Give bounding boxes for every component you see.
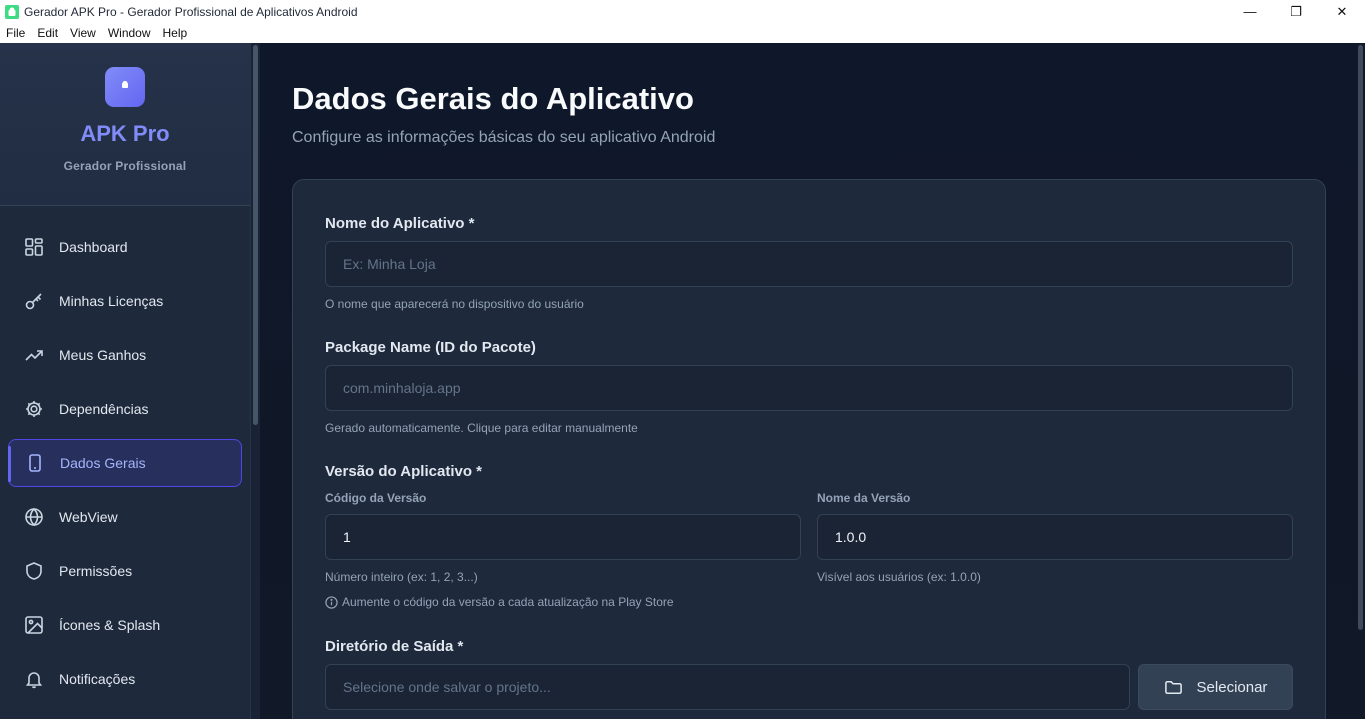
- select-directory-label: Selecionar: [1196, 678, 1268, 696]
- menu-view[interactable]: View: [64, 26, 102, 40]
- app-name-label: Nome do Aplicativo *: [325, 215, 475, 232]
- bell-icon: [24, 669, 44, 689]
- globe-icon: [24, 507, 44, 527]
- minimize-button[interactable]: —: [1227, 0, 1273, 23]
- sidebar-item-dependencias[interactable]: Dependências: [8, 385, 242, 433]
- sidebar-item-label: Permissões: [59, 563, 133, 579]
- version-info-text: Aumente o código da versão a cada atuali…: [342, 595, 674, 609]
- sidebar-item-label: Notificações: [59, 671, 136, 687]
- sidebar-item-permissoes[interactable]: Permissões: [8, 547, 242, 595]
- menu-bar: File Edit View Window Help: [0, 23, 1365, 43]
- folder-icon: [1164, 678, 1183, 697]
- output-dir-input[interactable]: [325, 664, 1130, 710]
- sidebar-item-label: Dados Gerais: [60, 455, 146, 471]
- info-icon: [325, 595, 338, 609]
- version-label: Versão do Aplicativo *: [325, 463, 482, 480]
- main-content: Dados Gerais do Aplicativo Configure as …: [260, 43, 1356, 719]
- sidebar-item-icones-splash[interactable]: Ícones & Splash: [8, 601, 242, 649]
- sidebar-item-label: Dashboard: [59, 239, 128, 255]
- window-title: Gerador APK Pro - Gerador Profissional d…: [24, 4, 358, 19]
- sidebar: APK Pro Gerador Profissional Dashboard M…: [0, 43, 251, 719]
- shield-icon: [24, 561, 44, 581]
- version-code-input[interactable]: [325, 514, 801, 560]
- brand-header: APK Pro Gerador Profissional: [0, 43, 250, 206]
- grid-icon: [24, 237, 44, 257]
- sidebar-item-label: Ícones & Splash: [59, 617, 161, 633]
- main-scrollbar[interactable]: [1356, 43, 1365, 719]
- package-name-label: Package Name (ID do Pacote): [325, 339, 536, 356]
- trending-up-icon: [24, 345, 44, 365]
- brand-title: APK Pro: [80, 121, 170, 146]
- gear-icon: [24, 399, 44, 419]
- android-icon: [119, 78, 131, 96]
- image-icon: [24, 615, 44, 635]
- sidebar-nav: Dashboard Minhas Licenças Meus Ganhos De…: [0, 206, 250, 703]
- maximize-button[interactable]: ❐: [1273, 0, 1319, 23]
- version-name-hint: Visível aos usuários (ex: 1.0.0): [817, 570, 981, 584]
- form-card: Nome do Aplicativo * O nome que aparecer…: [292, 179, 1326, 719]
- sidebar-item-ganhos[interactable]: Meus Ganhos: [8, 331, 242, 379]
- menu-help[interactable]: Help: [157, 26, 194, 40]
- package-name-input[interactable]: [325, 365, 1293, 411]
- sidebar-scrollbar[interactable]: [251, 43, 260, 719]
- sidebar-item-licencas[interactable]: Minhas Licenças: [8, 277, 242, 325]
- page-title: Dados Gerais do Aplicativo: [292, 81, 694, 116]
- page-subtitle: Configure as informações básicas do seu …: [292, 129, 716, 146]
- sidebar-item-label: Dependências: [59, 401, 149, 417]
- version-code-label: Código da Versão: [325, 491, 427, 505]
- sidebar-item-dashboard[interactable]: Dashboard: [8, 223, 242, 271]
- version-info: Aumente o código da versão a cada atuali…: [325, 595, 674, 609]
- sidebar-item-notificacoes[interactable]: Notificações: [8, 655, 242, 703]
- android-app-icon: [5, 4, 19, 19]
- menu-file[interactable]: File: [0, 26, 31, 40]
- brand-subtitle: Gerador Profissional: [63, 159, 187, 173]
- close-button[interactable]: ✕: [1319, 0, 1365, 23]
- app-name-hint: O nome que aparecerá no dispositivo do u…: [325, 297, 584, 311]
- sidebar-item-label: WebView: [59, 509, 118, 525]
- key-icon: [24, 291, 44, 311]
- main-scroll-thumb[interactable]: [1358, 45, 1363, 630]
- menu-edit[interactable]: Edit: [31, 26, 64, 40]
- sidebar-item-dados-gerais[interactable]: Dados Gerais: [8, 439, 242, 487]
- select-directory-button[interactable]: Selecionar: [1138, 664, 1293, 710]
- smartphone-icon: [25, 453, 45, 473]
- title-bar: Gerador APK Pro - Gerador Profissional d…: [0, 0, 1365, 23]
- sidebar-item-label: Meus Ganhos: [59, 347, 147, 363]
- brand-logo: [105, 67, 145, 107]
- version-name-input[interactable]: [817, 514, 1293, 560]
- menu-window[interactable]: Window: [102, 26, 157, 40]
- version-name-label: Nome da Versão: [817, 491, 911, 505]
- sidebar-item-webview[interactable]: WebView: [8, 493, 242, 541]
- sidebar-scroll-thumb[interactable]: [253, 45, 258, 425]
- version-code-hint: Número inteiro (ex: 1, 2, 3...): [325, 570, 478, 584]
- package-name-hint: Gerado automaticamente. Clique para edit…: [325, 421, 638, 435]
- app-name-input[interactable]: [325, 241, 1293, 287]
- sidebar-item-label: Minhas Licenças: [59, 293, 164, 309]
- output-dir-label: Diretório de Saída *: [325, 638, 464, 655]
